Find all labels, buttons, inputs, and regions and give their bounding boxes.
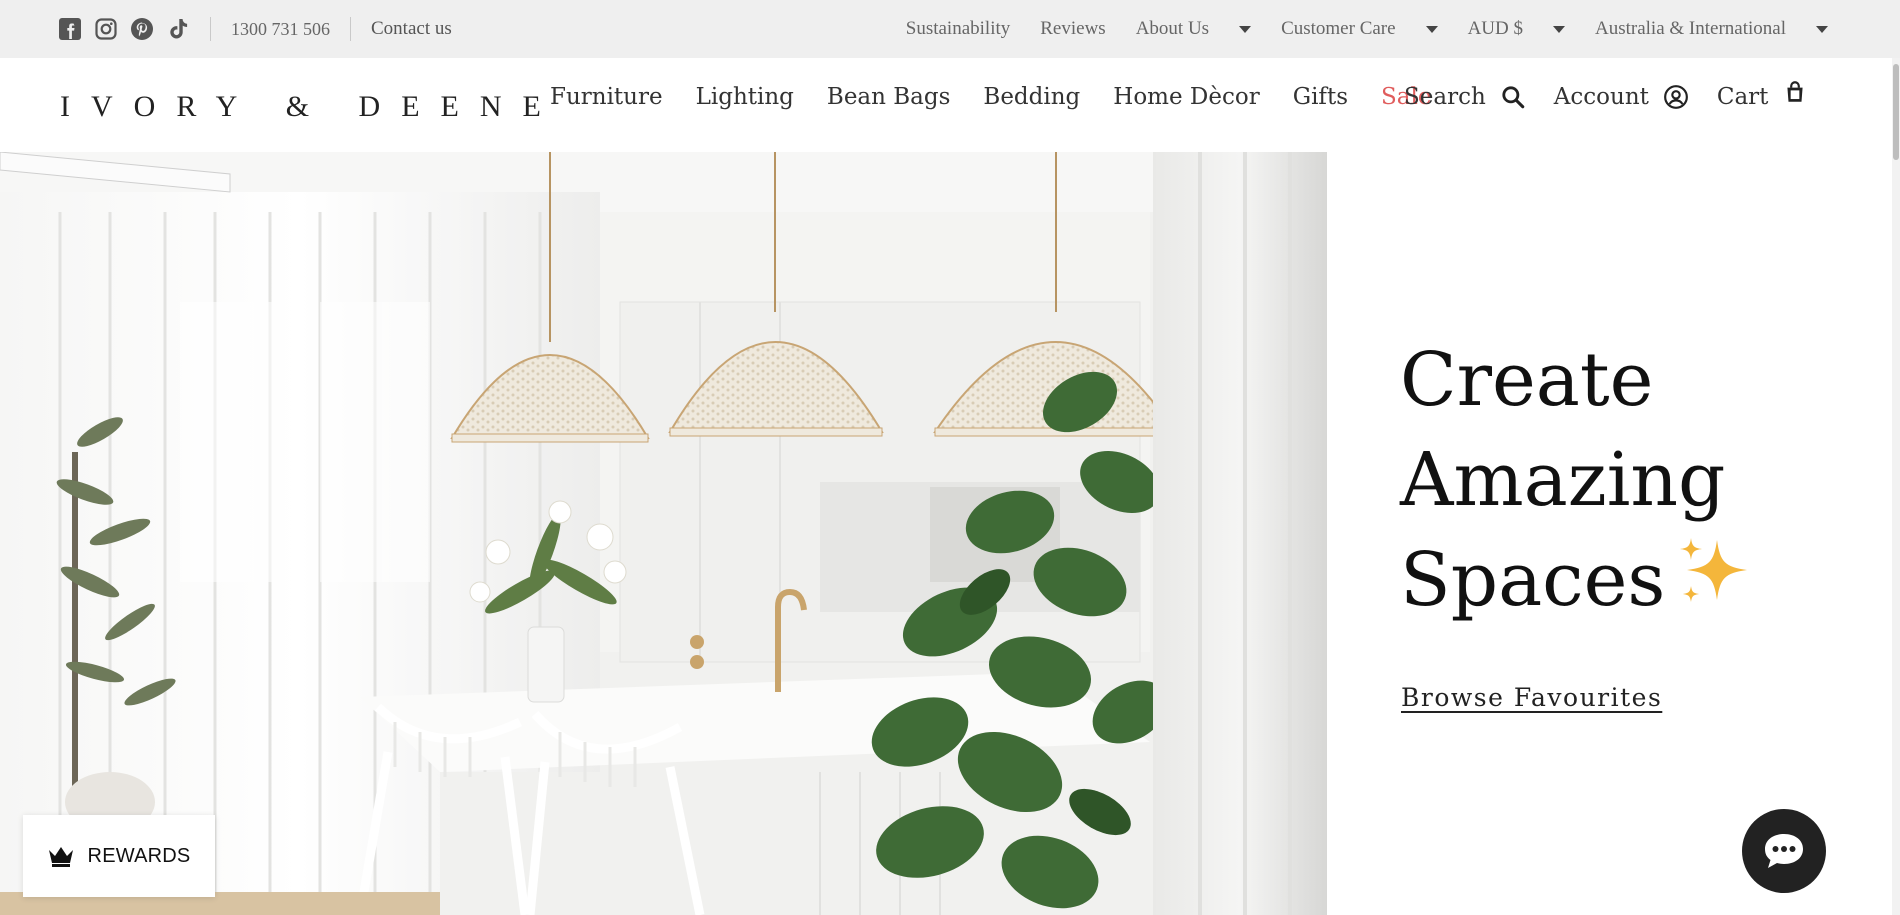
sparkles-icon [1675,534,1753,637]
search-icon [1502,86,1525,109]
search-label: Search [1404,84,1486,110]
chevron-down-icon [1553,25,1565,33]
account-button[interactable]: Account [1554,84,1689,110]
account-label: Account [1553,84,1649,110]
shopping-bag-icon [1787,81,1804,102]
nav-item-furniture[interactable]: Furniture [550,84,663,110]
utility-bar: 1300 731 506 Contact us Sustainability R… [0,0,1900,58]
cart-button[interactable]: Cart [1716,81,1809,110]
scrollbar[interactable] [1892,58,1900,915]
about-us-dropdown[interactable]: About Us [1135,18,1252,40]
contact-us-link[interactable]: Contact us [371,18,452,40]
nav-item-gifts[interactable]: Gifts [1293,84,1348,110]
facebook-icon[interactable] [58,17,82,41]
chat-bubble-icon [1765,834,1803,868]
main-header: IVORY & DEENE Furniture Lighting Bean Ba… [0,58,1900,152]
chevron-down-icon [1239,25,1252,33]
region-label: Australia & International [1595,18,1786,39]
cart-label: Cart [1716,84,1769,110]
headline-line: Spaces [1400,530,1753,637]
chat-button[interactable] [1742,809,1826,893]
browse-favourites-link[interactable]: Browse Favourites [1401,683,1662,712]
main-nav: Furniture Lighting Bean Bags Bedding Hom… [550,84,1464,110]
pinterest-icon[interactable] [130,17,154,41]
scrollbar-thumb[interactable] [1893,64,1899,160]
utility-links: Sustainability Reviews About Us Customer… [906,0,1828,58]
rewards-button[interactable]: REWARDS [23,815,215,897]
user-icon [1663,85,1688,109]
chevron-down-icon [1816,25,1828,33]
nav-item-lighting[interactable]: Lighting [696,84,794,110]
nav-item-home-decor[interactable]: Home Dècor [1113,84,1259,110]
rewards-label: REWARDS [87,844,191,867]
header-actions: Search Account Cart [1404,81,1809,110]
headline-line: Create [1400,337,1654,423]
currency-selector[interactable]: AUD $ [1468,18,1565,40]
customer-care-label: Customer Care [1281,18,1396,39]
brand-logo[interactable]: IVORY & DEENE [60,90,562,124]
headline-line-text: Spaces [1400,537,1666,623]
nav-item-bedding[interactable]: Bedding [983,84,1080,110]
divider [210,17,211,41]
region-selector[interactable]: Australia & International [1595,18,1828,40]
phone-number[interactable]: 1300 731 506 [231,19,330,40]
reviews-link[interactable]: Reviews [1040,18,1105,40]
crown-icon [48,847,73,867]
headline-line: Amazing [1400,437,1726,523]
about-us-label: About Us [1135,18,1210,39]
chevron-down-icon [1425,25,1438,33]
hero-image [0,152,1327,915]
currency-label: AUD $ [1467,18,1523,39]
hero-headline: Create Amazing Spaces [1400,330,1753,637]
social-links [58,17,190,41]
search-button[interactable]: Search [1404,84,1526,110]
tiktok-icon[interactable] [166,17,190,41]
nav-item-bean-bags[interactable]: Bean Bags [827,84,951,110]
sustainability-link[interactable]: Sustainability [906,18,1011,40]
instagram-icon[interactable] [94,17,118,41]
divider [350,17,351,41]
customer-care-dropdown[interactable]: Customer Care [1281,18,1438,40]
